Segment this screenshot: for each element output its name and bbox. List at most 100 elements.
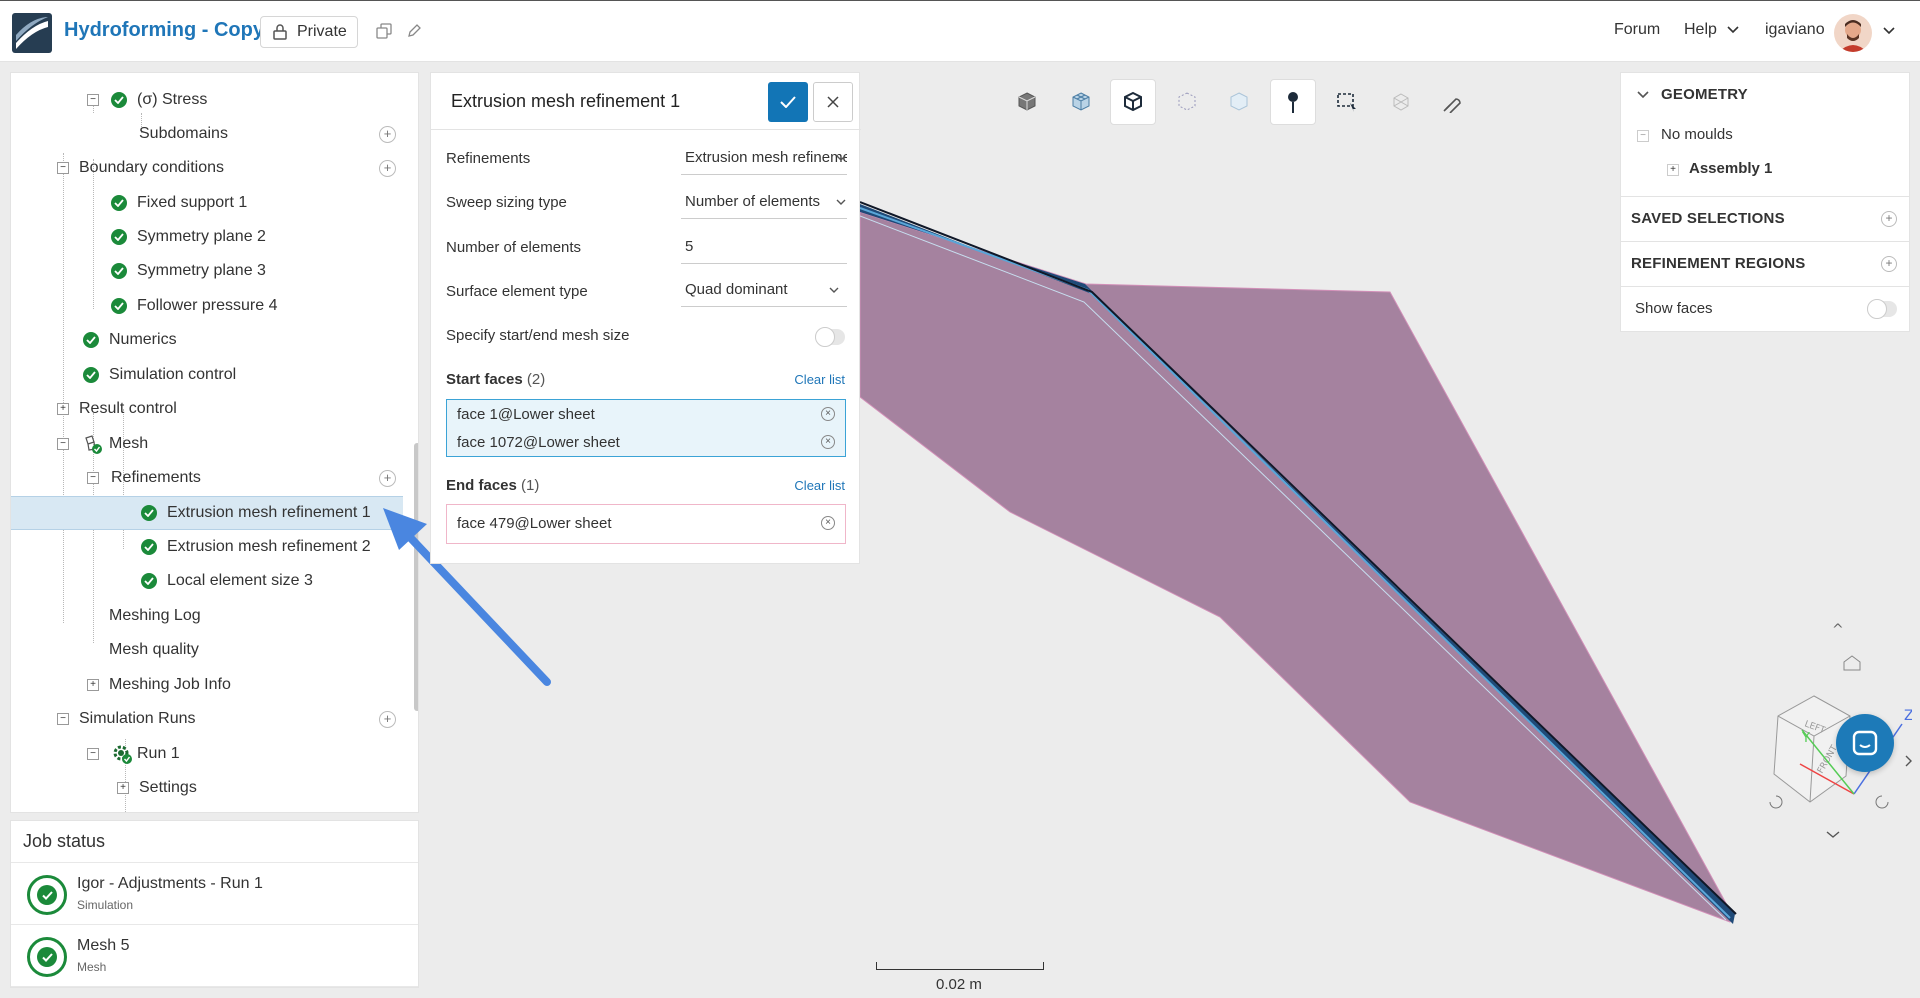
avatar[interactable] [1834, 14, 1872, 52]
tree-item-mesh[interactable]: Mesh [11, 427, 403, 461]
tree-item-settings[interactable]: Settings [11, 771, 403, 805]
forum-link[interactable]: Forum [1614, 21, 1660, 39]
tree-item-follower-pressure[interactable]: Follower pressure 4 [11, 289, 403, 323]
geometry-header[interactable]: GEOMETRY [1621, 73, 1909, 117]
face-item[interactable]: face 1072@Lower sheet × [447, 426, 845, 456]
simscale-logo[interactable] [12, 13, 52, 53]
expand-icon[interactable]: + [57, 403, 69, 415]
collapse-icon[interactable]: − [87, 472, 99, 484]
refinements-label: Refinements [446, 150, 531, 167]
expand-icon[interactable]: + [117, 782, 129, 794]
tree-item-run-1[interactable]: Run 1 [11, 737, 403, 771]
job-status-panel: Job status Igor - Adjustments - Run 1 Si… [10, 820, 419, 988]
saved-selections-section: SAVED SELECTIONS + [1621, 197, 1909, 242]
face-item-label: face 1@Lower sheet [457, 406, 595, 423]
add-icon[interactable]: + [379, 711, 396, 728]
tree-item-fixed-support[interactable]: Fixed support 1 [11, 186, 403, 220]
expand-icon[interactable]: + [87, 679, 99, 691]
project-title[interactable]: Hydroforming - Copy [64, 19, 264, 42]
tree-item-refinements[interactable]: Refinements [11, 461, 403, 495]
assembly-item[interactable]: Assembly 1 [1689, 160, 1772, 177]
tree-item-extrusion-refinement-1[interactable]: Extrusion mesh refinement 1 [11, 496, 403, 530]
check-icon [83, 332, 99, 348]
privacy-label: Private [297, 23, 347, 40]
tree-item-local-element-size[interactable]: Local element size 3 [11, 564, 403, 598]
box-select-button[interactable] [1324, 79, 1370, 125]
add-icon[interactable]: + [379, 126, 396, 143]
point-probe-button[interactable] [1270, 79, 1316, 125]
tree-item-numerics[interactable]: Numerics [11, 323, 403, 357]
confirm-button[interactable] [768, 82, 808, 122]
job-item[interactable]: Igor - Adjustments - Run 1 Simulation [11, 863, 418, 925]
face-item[interactable]: face 1@Lower sheet × [447, 398, 845, 428]
collapse-icon[interactable]: − [57, 438, 69, 450]
view-transparent-button[interactable] [1216, 79, 1262, 125]
check-icon [141, 539, 157, 555]
no-moulds-item[interactable]: No moulds [1661, 126, 1733, 143]
hide-button[interactable] [1378, 79, 1424, 125]
expand-icon[interactable]: + [1667, 164, 1679, 176]
refinements-value: Extrusion mesh refinement [685, 149, 847, 166]
check-icon [111, 229, 127, 245]
remove-icon[interactable]: × [821, 516, 835, 530]
support-chat-button[interactable] [1836, 714, 1894, 772]
username[interactable]: igaviano [1765, 21, 1825, 39]
clear-end-faces-link[interactable]: Clear list [794, 478, 845, 493]
tree-item-extrusion-refinement-2[interactable]: Extrusion mesh refinement 2 [11, 530, 403, 564]
add-icon[interactable]: + [379, 160, 396, 177]
collapse-icon[interactable]: − [57, 713, 69, 725]
collapse-icon[interactable]: − [57, 162, 69, 174]
view-mesh-button[interactable] [1058, 79, 1104, 125]
tree-item-meshing-log[interactable]: Meshing Log [11, 599, 403, 633]
close-button[interactable] [813, 82, 853, 122]
tree-item-symmetry-plane-2[interactable]: Symmetry plane 2 [11, 220, 403, 254]
remove-icon[interactable]: × [821, 435, 835, 449]
add-icon[interactable]: + [379, 470, 396, 487]
tree-item-result-control[interactable]: Result control [11, 392, 403, 426]
tree-item-simulation-control[interactable]: Simulation control [11, 358, 403, 392]
collapse-icon[interactable]: − [1637, 130, 1649, 142]
tree-item-label: Result control [79, 400, 177, 417]
add-icon[interactable]: + [1881, 211, 1897, 227]
clear-start-faces-link[interactable]: Clear list [794, 372, 845, 387]
number-of-elements-input[interactable]: 5 [681, 230, 847, 264]
tree-item-meshing-job-info[interactable]: Meshing Job Info [11, 668, 403, 702]
remove-icon[interactable]: × [821, 407, 835, 421]
collapse-icon[interactable]: − [87, 94, 99, 106]
check-icon [111, 263, 127, 279]
help-menu[interactable]: Help [1684, 21, 1739, 39]
view-solid-button[interactable] [1004, 79, 1050, 125]
job-item[interactable]: Mesh 5 Mesh [11, 925, 418, 987]
saved-selections-header[interactable]: SAVED SELECTIONS [1621, 197, 1909, 241]
pin-icon [1288, 92, 1298, 113]
chevron-down-icon[interactable] [1637, 91, 1649, 99]
view-edges-button[interactable] [1110, 79, 1156, 125]
surface-element-type-select[interactable]: Quad dominant [681, 273, 847, 307]
chevron-down-icon[interactable] [1883, 27, 1895, 35]
specify-mesh-size-toggle[interactable] [815, 327, 845, 347]
check-icon [141, 505, 157, 521]
sweep-sizing-select[interactable]: Number of elements [681, 185, 847, 219]
privacy-button[interactable]: Private [260, 16, 358, 48]
tree-item-label: Meshing Job Info [109, 676, 231, 693]
tree-item-stress[interactable]: (σ) Stress [11, 83, 403, 117]
tree-item-symmetry-plane-3[interactable]: Symmetry plane 3 [11, 254, 403, 288]
edit-icon[interactable] [406, 23, 422, 39]
tree-item-boundary-conditions[interactable]: Boundary conditions [11, 151, 403, 185]
show-faces-toggle[interactable] [1867, 299, 1897, 319]
add-icon[interactable]: + [1881, 256, 1897, 272]
tree-item-mesh-quality[interactable]: Mesh quality [11, 633, 403, 667]
face-item[interactable]: face 479@Lower sheet × [447, 505, 845, 535]
tree-item-simulation-runs[interactable]: Simulation Runs [11, 702, 403, 736]
copy-icon[interactable] [376, 23, 392, 39]
refinements-select[interactable]: Extrusion mesh refinement [681, 141, 847, 175]
cutting-plane-button[interactable] [1430, 79, 1476, 125]
chevron-down-icon [1727, 26, 1739, 34]
tree-item-subdomains[interactable]: Subdomains [11, 117, 403, 151]
start-faces-list[interactable]: face 1@Lower sheet × face 1072@Lower she… [446, 399, 846, 457]
collapse-icon[interactable]: − [87, 748, 99, 760]
view-points-button[interactable] [1164, 79, 1210, 125]
end-faces-list[interactable]: face 479@Lower sheet × [446, 504, 846, 544]
tree-item-label: Local element size 3 [167, 572, 313, 589]
refinement-regions-header[interactable]: REFINEMENT REGIONS [1621, 242, 1909, 286]
